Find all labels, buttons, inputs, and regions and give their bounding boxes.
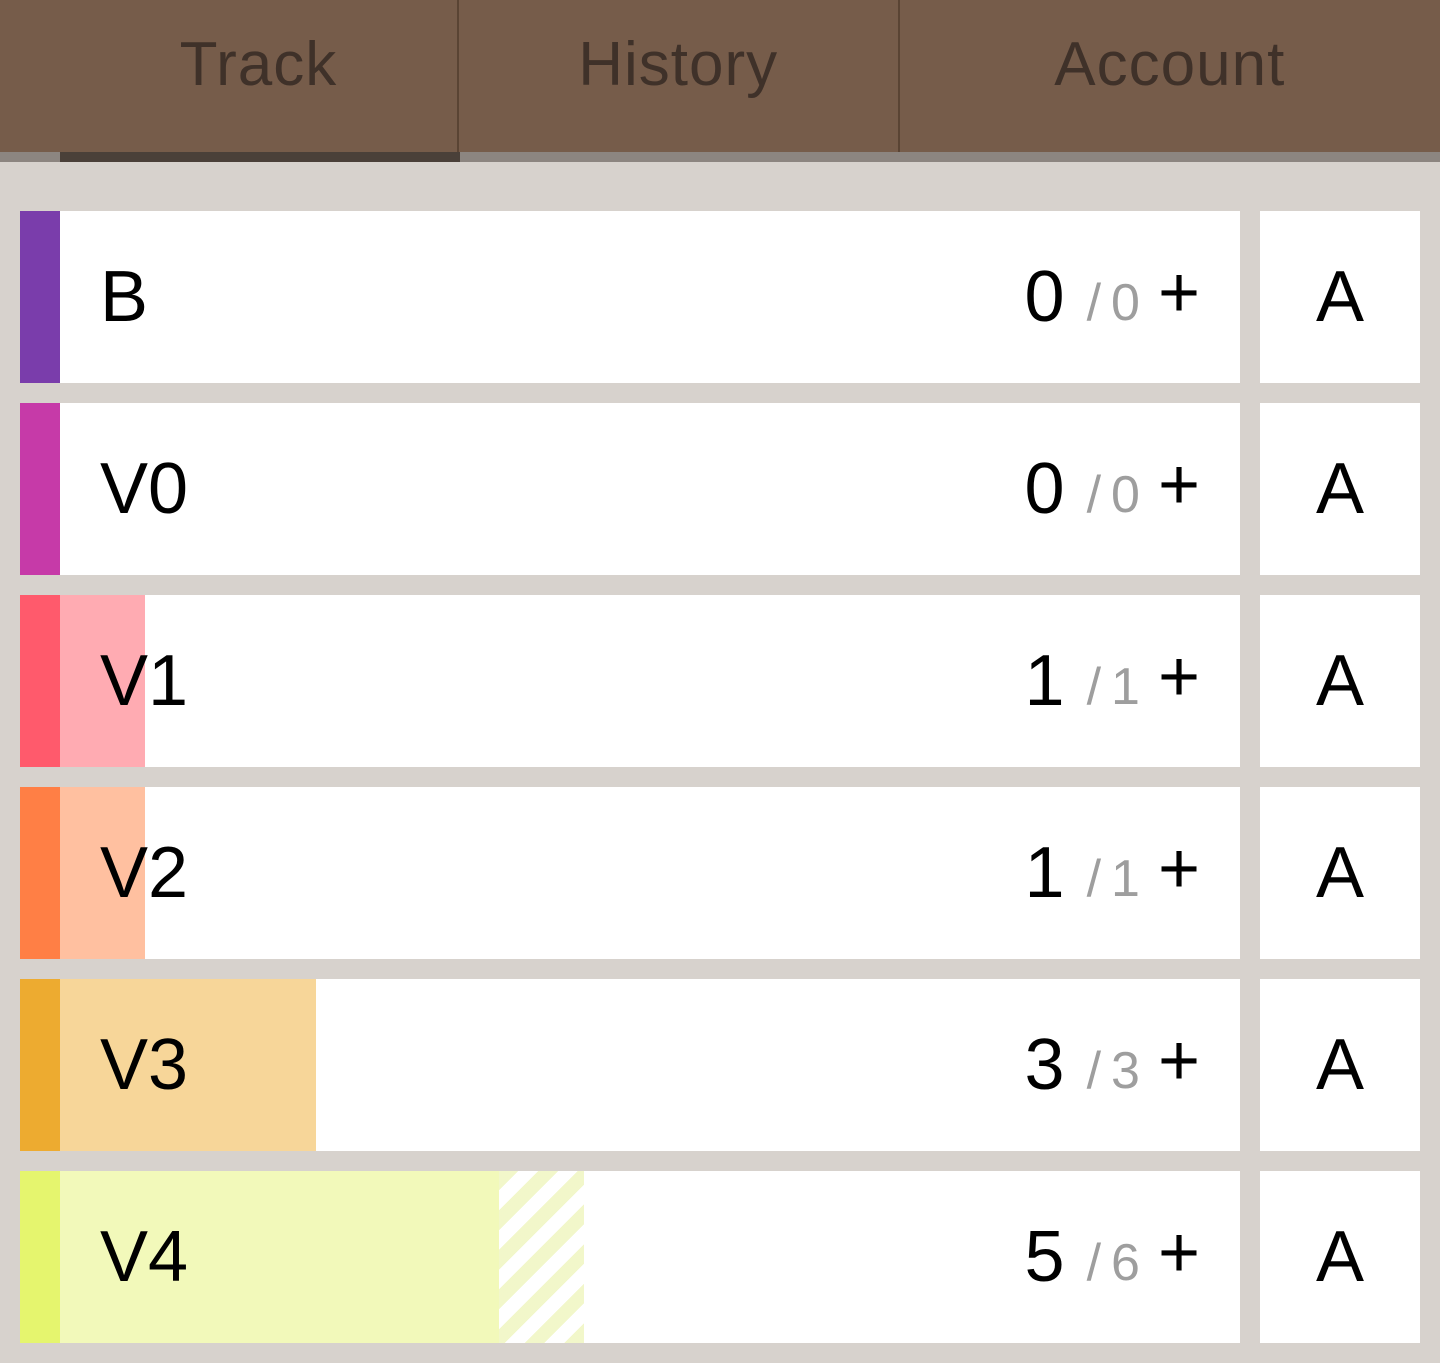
count-separator: / [1086,274,1102,332]
tab-account-label: Account [1054,29,1286,99]
total-count: 6 [1111,1234,1140,1292]
tab-history-label: History [578,29,779,99]
grade-label: V0 [100,449,189,529]
total-count: 0 [1111,466,1140,524]
pending-progress-bar [499,1171,584,1343]
total-count: 0 [1111,274,1140,332]
grade-counts: 5 / 6 + [1025,1171,1200,1343]
tab-active-indicator [60,152,460,162]
sent-count: 5 [1024,1217,1065,1297]
grade-label: B [100,257,149,337]
grade-label: V2 [100,833,189,913]
tab-track-label: Track [179,29,338,99]
count-separator: / [1086,466,1102,524]
total-count: 3 [1111,1042,1140,1100]
grade-counts: 0 / 0 + [1025,211,1200,383]
grade-row: V4 5 / 6 + A [20,1171,1420,1343]
add-ascent-button[interactable]: + [1158,1020,1200,1102]
tab-history[interactable]: History [459,0,898,152]
count-separator: / [1086,1042,1102,1100]
grade-color-strip [20,1171,60,1343]
attempt-button[interactable]: A [1260,403,1420,575]
total-count: 1 [1111,850,1140,908]
add-ascent-button[interactable]: + [1158,444,1200,526]
count-separator: / [1086,850,1102,908]
sent-count: 3 [1024,1025,1065,1105]
tab-track[interactable]: Track [0,0,457,152]
count-separator: / [1086,1234,1102,1292]
add-ascent-button[interactable]: + [1158,828,1200,910]
grade-row-main[interactable]: V3 3 / 3 + [20,979,1240,1151]
grade-label: V3 [100,1025,189,1105]
grade-color-strip [20,211,60,383]
grade-row: V3 3 / 3 + A [20,979,1420,1151]
grade-row-main[interactable]: V4 5 / 6 + [20,1171,1240,1343]
grade-color-strip [20,787,60,959]
grade-color-strip [20,595,60,767]
grade-color-strip [20,403,60,575]
grade-row: V1 1 / 1 + A [20,595,1420,767]
attempt-button[interactable]: A [1260,1171,1420,1343]
sent-count: 1 [1024,833,1065,913]
grade-list: B 0 / 0 + A V0 0 / 0 + A V1 1 / 1 + A V2… [20,211,1420,1363]
total-count: 1 [1111,658,1140,716]
grade-counts: 3 / 3 + [1025,979,1200,1151]
grade-row: V0 0 / 0 + A [20,403,1420,575]
attempt-button[interactable]: A [1260,211,1420,383]
sent-count: 1 [1024,641,1065,721]
grade-counts: 0 / 0 + [1025,403,1200,575]
attempt-button[interactable]: A [1260,979,1420,1151]
sent-count: 0 [1024,449,1065,529]
attempt-button[interactable]: A [1260,787,1420,959]
grade-counts: 1 / 1 + [1025,595,1200,767]
grade-row-main[interactable]: B 0 / 0 + [20,211,1240,383]
add-ascent-button[interactable]: + [1158,252,1200,334]
sent-count: 0 [1024,257,1065,337]
tab-account[interactable]: Account [900,0,1440,152]
grade-row-main[interactable]: V0 0 / 0 + [20,403,1240,575]
grade-row-main[interactable]: V1 1 / 1 + [20,595,1240,767]
add-ascent-button[interactable]: + [1158,1212,1200,1294]
tab-bar: Track History Account [0,0,1440,152]
count-separator: / [1086,658,1102,716]
add-ascent-button[interactable]: + [1158,636,1200,718]
grade-counts: 1 / 1 + [1025,787,1200,959]
grade-row: V2 1 / 1 + A [20,787,1420,959]
grade-row: B 0 / 0 + A [20,211,1420,383]
grade-color-strip [20,979,60,1151]
grade-label: V1 [100,641,189,721]
grade-label: V4 [100,1217,189,1297]
grade-row-main[interactable]: V2 1 / 1 + [20,787,1240,959]
attempt-button[interactable]: A [1260,595,1420,767]
